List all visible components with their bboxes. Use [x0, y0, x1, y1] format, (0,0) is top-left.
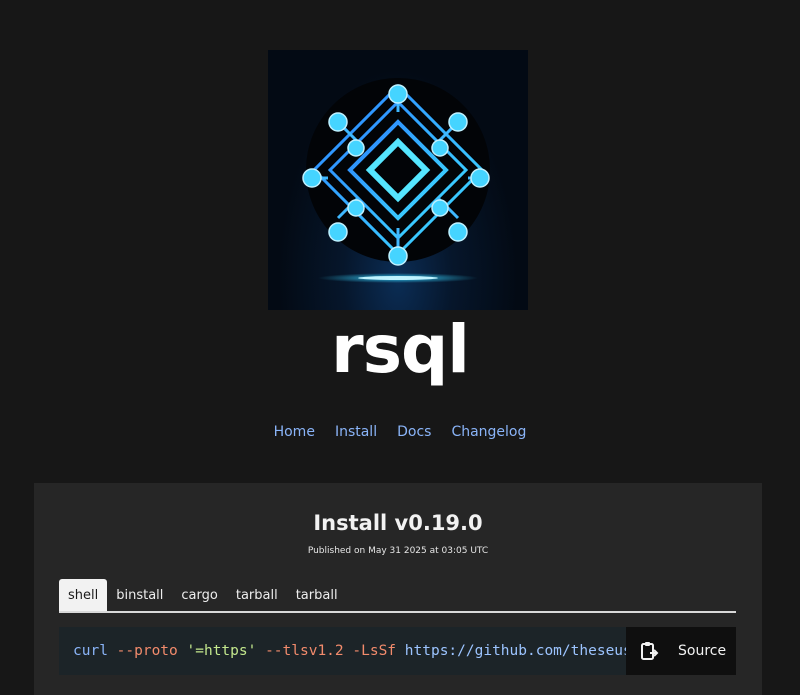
proto-value: '=https'	[186, 643, 257, 659]
copy-source-button[interactable]: Source	[626, 627, 736, 675]
rsql-circuit-diamond-icon	[302, 78, 490, 283]
lssf-flag: -LsSf	[352, 643, 397, 659]
install-method-tabs: shell binstall cargo tarball tarball	[59, 579, 736, 613]
tab-binstall[interactable]: binstall	[107, 579, 172, 611]
rsql-logo	[268, 50, 528, 310]
page: rsql Home Install Docs Changelog Install…	[0, 0, 800, 695]
nav-install-link[interactable]: Install	[335, 422, 377, 442]
main-nav: Home Install Docs Changelog	[0, 422, 800, 442]
tab-shell[interactable]: shell	[59, 579, 108, 611]
published-date: Published on May 31 2025 at 03:05 UTC	[307, 546, 489, 556]
copy-source-label: Source	[678, 643, 727, 659]
tls-flag: --tlsv1.2	[265, 643, 344, 659]
nav-changelog-link[interactable]: Changelog	[451, 422, 526, 442]
proto-flag: --proto	[116, 643, 178, 659]
install-card: Install v0.19.0 Published on May 31 2025…	[34, 483, 762, 695]
install-title: Install v0.19.0	[313, 511, 483, 535]
nav-home-link[interactable]: Home	[274, 422, 315, 442]
page-title: rsql	[331, 311, 470, 388]
tab-tarball[interactable]: tarball	[227, 579, 287, 611]
nav-docs-link[interactable]: Docs	[397, 422, 431, 442]
tab-cargo[interactable]: cargo	[172, 579, 226, 611]
clipboard-copy-icon	[632, 627, 668, 675]
tab-tarball-2[interactable]: tarball	[287, 579, 347, 611]
command-name: curl	[73, 643, 108, 659]
install-command-block[interactable]: curl --proto '=https' --tlsv1.2 -LsSf ht…	[59, 627, 736, 675]
